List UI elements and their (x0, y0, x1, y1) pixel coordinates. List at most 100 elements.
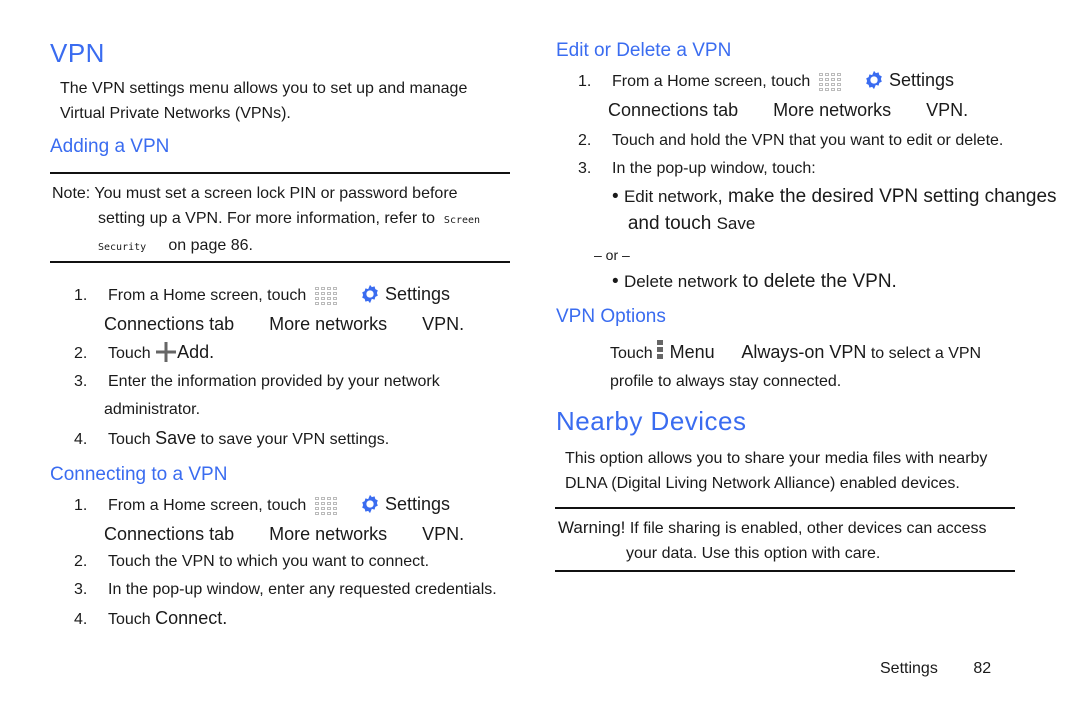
warning-top-rule (555, 507, 1015, 509)
bullet-text: Edit network (623, 187, 718, 206)
connecting-steps: 1. From a Home screen, touch Settings Con… (74, 490, 534, 634)
step-item: 1. From a Home screen, touch Settings (578, 66, 1078, 96)
step-text: More networks (773, 100, 892, 120)
settings-gear-icon (361, 494, 378, 514)
step-text: More networks (269, 314, 388, 334)
nearby-intro: This option allows you to share your med… (565, 446, 987, 496)
nearby-intro-line: This option allows you to share your med… (565, 450, 988, 467)
vpn-intro-line: The VPN settings menu allows you to set … (60, 80, 468, 97)
step-text: From a Home screen, touch (108, 287, 307, 304)
step-text: From a Home screen, touch (612, 73, 811, 90)
step-number: 4. (74, 431, 88, 448)
step-text: Connections tab (608, 100, 739, 120)
step-number: 1. (74, 287, 88, 304)
step-item: 3. Enter the information provided by your… (74, 368, 524, 396)
step-item: 2. Touch and hold the VPN that you want t… (578, 127, 1078, 155)
bullet-text: to delete the VPN. (742, 271, 897, 292)
note-top-rule (50, 172, 510, 174)
options-line: Menu (669, 342, 715, 362)
warning-text: your data. Use this option with care. (626, 545, 881, 562)
options-text: Touch Menu Always-on VPN to select a VPN… (610, 338, 981, 396)
bullet-edit-network: • Edit network, make the desired VPN set… (612, 186, 1057, 234)
bullet-text: Delete network (623, 272, 738, 291)
plus-icon (156, 342, 177, 362)
step-item: 3. In the pop-up window, touch: (578, 155, 1078, 183)
link-screen-security[interactable]: Screen (444, 215, 480, 226)
section-title-adding: Adding a VPN (50, 136, 170, 157)
step-text: From a Home screen, touch (108, 497, 307, 514)
note-bottom-rule (50, 261, 510, 263)
settings-gear-icon (361, 284, 378, 304)
bullet-delete-network: • Delete network to delete the VPN. (612, 271, 897, 292)
bullet-text: , make the desired VPN setting changes (717, 186, 1057, 207)
page-footer: Settings 82 (880, 656, 991, 681)
step-number: 3. (74, 581, 88, 598)
options-line: to select a VPN (870, 345, 982, 362)
step-item: 3. In the pop-up window, enter any reques… (74, 576, 534, 604)
step-text: In the pop-up window, touch: (612, 160, 816, 177)
nearby-intro-line: DLNA (Digital Living Network Alliance) e… (565, 475, 960, 492)
section-title-connecting: Connecting to a VPN (50, 464, 228, 485)
step-text: administrator. (104, 401, 201, 418)
or-separator: – or – (594, 247, 630, 263)
settings-gear-icon (865, 70, 882, 90)
bullet-text: Save (716, 214, 756, 233)
step-text: Touch (108, 611, 151, 628)
options-line: Always-on VPN (741, 342, 867, 362)
step-number: 2. (74, 345, 88, 362)
step-number: 3. (74, 373, 88, 390)
warning-box: Warning! If file sharing is enabled, oth… (558, 515, 987, 566)
step-text: More networks (269, 524, 388, 544)
apps-grid-icon (314, 496, 337, 515)
apps-grid-icon (818, 72, 841, 91)
step-number: 4. (74, 611, 88, 628)
link-screen-security[interactable]: Security (98, 242, 146, 253)
warning-bottom-rule (555, 570, 1015, 572)
warning-text: If file sharing is enabled, other device… (629, 520, 987, 537)
section-title-nearby: Nearby Devices (556, 406, 747, 436)
step-item: 2. Touch the VPN to which you want to con… (74, 548, 534, 576)
note-label: Note: (52, 185, 91, 202)
step-text: Touch the VPN to which you want to conne… (108, 553, 430, 570)
step-item: 2. Touch Add. (74, 338, 524, 368)
edit-steps: 1. From a Home screen, touch Settings Con… (578, 66, 1078, 295)
warning-label: Warning! (558, 518, 626, 537)
step-text: Connections tab (104, 524, 235, 544)
vpn-intro-line: Virtual Private Networks (VPNs). (60, 105, 291, 122)
step-text: VPN. (422, 524, 465, 544)
step-path: Connections tab More networks VPN. (74, 520, 534, 548)
menu-dots-icon (657, 340, 665, 361)
step-path: Connections tab More networks VPN. (74, 310, 524, 338)
note-text: You must set a screen lock PIN or passwo… (94, 185, 458, 202)
section-title-options: VPN Options (556, 306, 666, 327)
step-text: Settings (384, 494, 451, 514)
note-text: setting up a VPN. For more information, … (98, 210, 436, 227)
step-text: to save your VPN settings. (200, 431, 390, 448)
adding-steps: 1. From a Home screen, touch Settings Con… (74, 280, 524, 454)
step-text: Save (155, 428, 197, 448)
step-number: 2. (74, 553, 88, 570)
step-text: In the pop-up window, enter any requeste… (108, 581, 497, 598)
options-line: profile to always stay connected. (610, 373, 842, 390)
step-path: Connections tab More networks VPN. (578, 96, 1078, 124)
step-item: 1. From a Home screen, touch Settings (74, 490, 534, 520)
vpn-intro: The VPN settings menu allows you to set … (60, 76, 467, 126)
step-number: 3. (578, 160, 592, 177)
note-text: on page 86. (168, 237, 253, 254)
step-number: 2. (578, 132, 592, 149)
step-item: 4. Touch Connect. (74, 604, 534, 634)
step-text: VPN. (422, 314, 465, 334)
step-text: Touch and hold the VPN that you want to … (612, 132, 1004, 149)
note-box: Note: You must set a screen lock PIN or … (52, 181, 512, 260)
step-text: Touch (108, 345, 151, 362)
step-number: 1. (578, 73, 592, 90)
section-title-edit: Edit or Delete a VPN (556, 40, 732, 61)
step-number: 1. (74, 497, 88, 514)
footer-section: Settings (880, 660, 938, 677)
step-text: Settings (888, 70, 955, 90)
step-text: Add. (177, 342, 215, 362)
step-text: Settings (384, 284, 451, 304)
step-text: Connections tab (104, 314, 235, 334)
page-title: VPN (50, 38, 105, 68)
footer-page-number: 82 (973, 660, 992, 677)
